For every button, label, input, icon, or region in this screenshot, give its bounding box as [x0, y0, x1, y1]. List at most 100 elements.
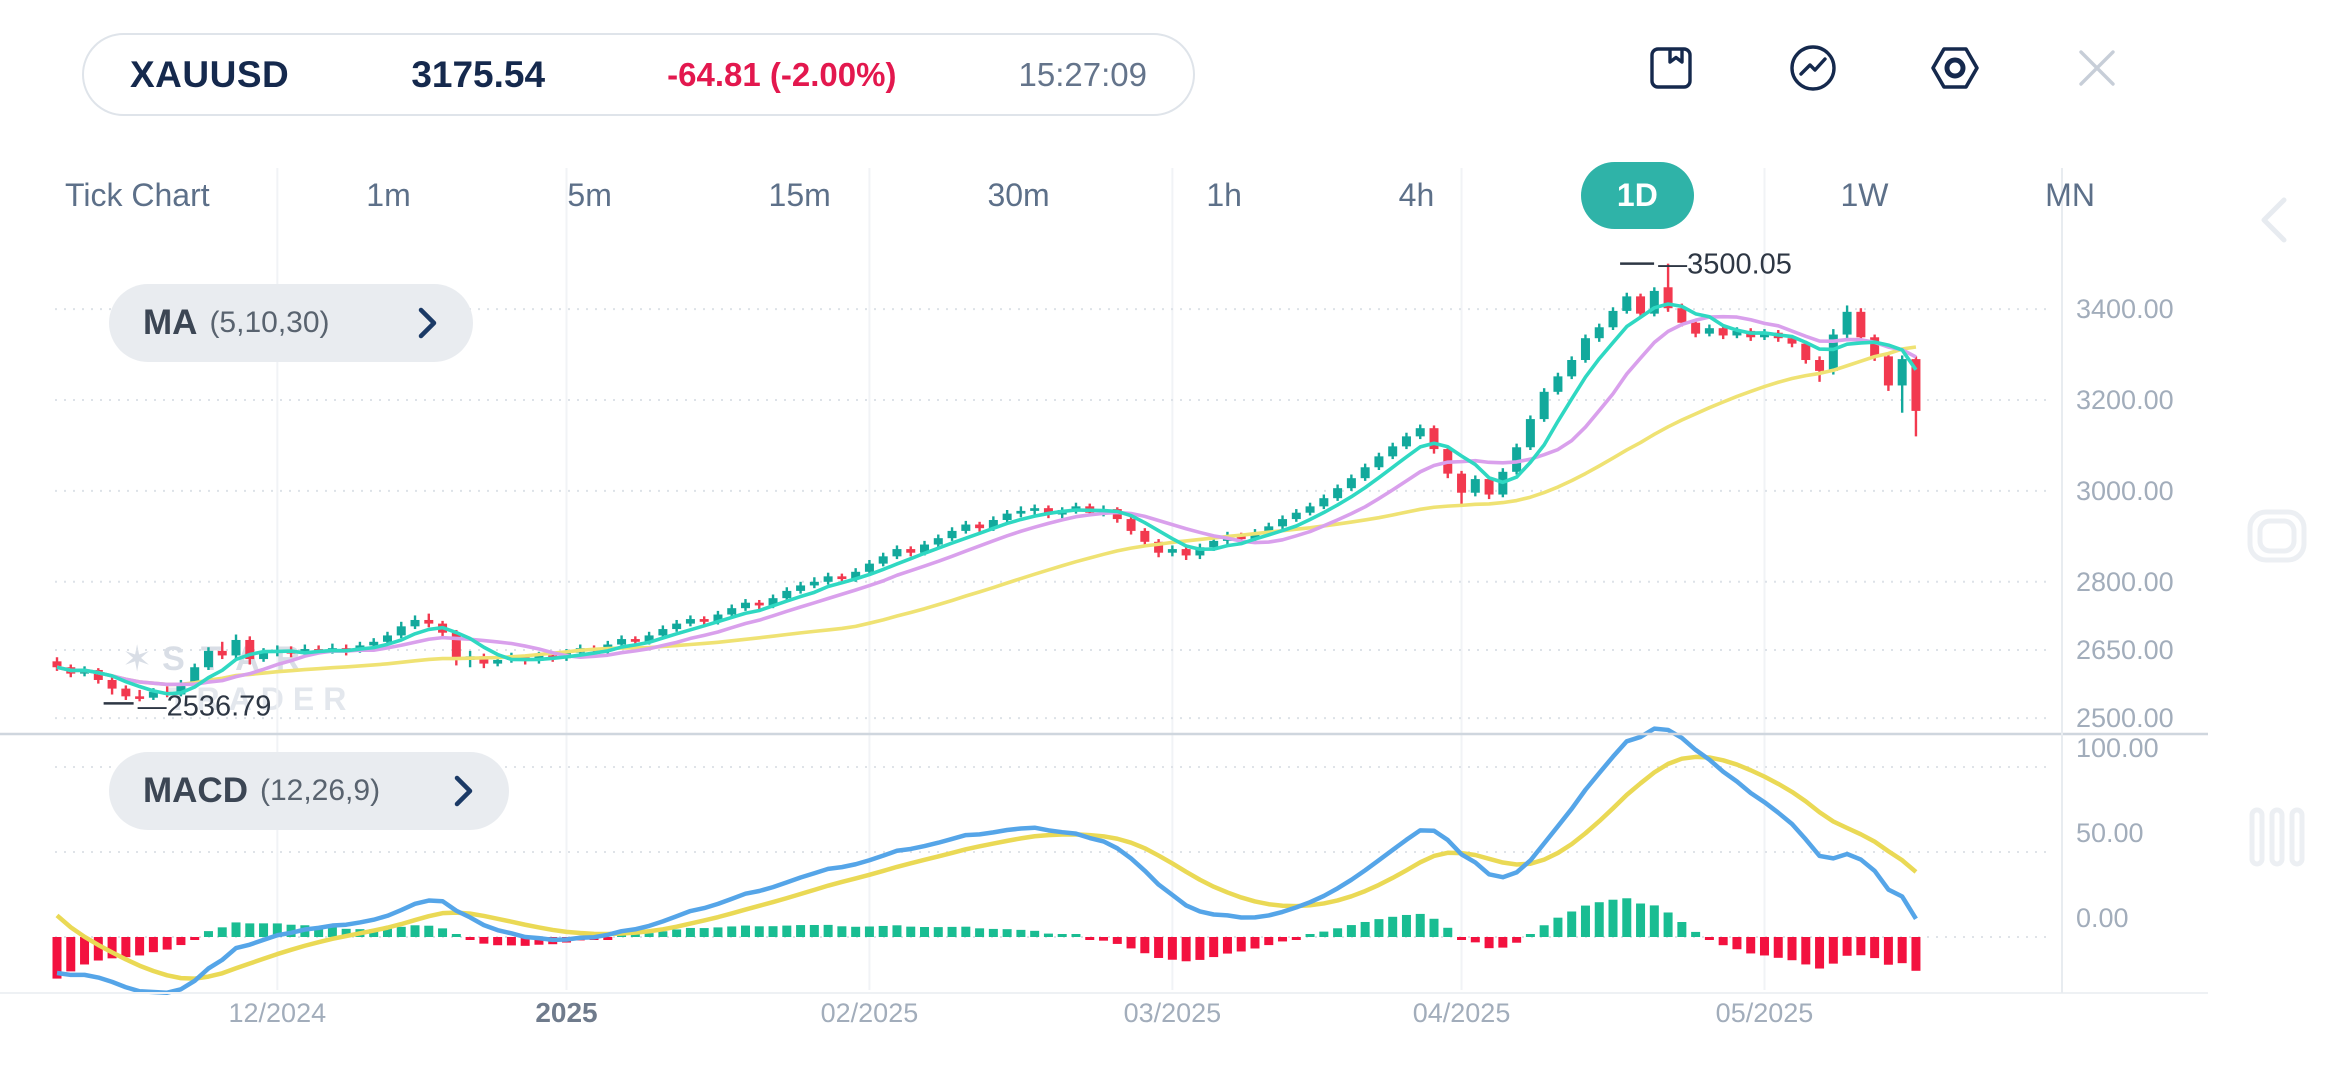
chevron-right-icon[interactable] — [451, 774, 475, 808]
candle-body — [1003, 514, 1012, 520]
macd-bar — [672, 929, 681, 937]
candle-body — [975, 525, 984, 529]
macd-indicator-badge[interactable]: MACD (12,26,9) — [109, 752, 509, 830]
price-tick-label: 3400.00 — [2076, 294, 2174, 324]
candle-body — [1182, 549, 1191, 555]
tab-15m[interactable]: 15m — [759, 163, 841, 228]
ma-name: MA — [143, 303, 197, 343]
macd-bar — [920, 927, 929, 937]
candle-body — [1333, 488, 1342, 498]
candle-body — [493, 660, 502, 664]
tab-5m[interactable]: 5m — [557, 163, 621, 228]
macd-bar — [1154, 937, 1163, 958]
candle-body — [1677, 308, 1686, 323]
macd-bar — [1512, 937, 1521, 943]
macd-bar — [1250, 937, 1259, 948]
macd-bar — [1746, 937, 1755, 953]
macd-tick-label: 100.00 — [2076, 733, 2159, 763]
candle-body — [727, 608, 736, 614]
macd-bar — [1705, 937, 1714, 940]
candle-body — [1884, 356, 1893, 385]
bookmark-icon[interactable] — [1645, 42, 1697, 94]
macd-bar — [1485, 937, 1494, 948]
chevron-right-icon[interactable] — [415, 306, 439, 340]
macd-bar — [1264, 937, 1273, 945]
candle-body — [741, 603, 750, 608]
candle-body — [411, 620, 420, 626]
ma-indicator-badge[interactable]: MA (5,10,30) — [109, 284, 473, 362]
settings-hexagon-icon[interactable] — [1929, 42, 1981, 94]
macd-bar — [479, 937, 488, 944]
macd-bar — [658, 931, 667, 937]
candle-body — [1719, 328, 1728, 335]
tab-1m[interactable]: 1m — [356, 163, 420, 228]
macd-bar — [66, 937, 75, 971]
macd-bar — [1099, 937, 1108, 941]
macd-bar — [1471, 937, 1480, 942]
candle-body — [631, 639, 640, 642]
chevron-left-icon[interactable] — [2248, 192, 2304, 253]
candle-body — [672, 624, 681, 629]
macd-bar — [1182, 937, 1191, 961]
tab-30m[interactable]: 30m — [977, 163, 1059, 228]
macd-bar — [1650, 905, 1659, 937]
macd-bar — [1498, 937, 1507, 948]
macd-bar — [259, 923, 268, 937]
time-tick-label: 12/2024 — [229, 998, 327, 1028]
candle-body — [397, 626, 406, 635]
candle-body — [1843, 312, 1852, 335]
candle-body — [121, 689, 130, 697]
macd-bar — [232, 922, 241, 937]
indicator-activity-icon[interactable] — [1787, 42, 1839, 94]
candle-body — [1127, 519, 1136, 531]
macd-bar — [1567, 911, 1576, 937]
candle-body — [1567, 360, 1576, 376]
macd-bar — [1113, 937, 1122, 944]
macd-bar — [1457, 937, 1466, 940]
macd-bar — [1595, 902, 1604, 937]
macd-bar — [1030, 931, 1039, 937]
candle-body — [108, 680, 117, 689]
candle-body — [1609, 311, 1618, 327]
ma10-line — [57, 317, 1916, 685]
candle-body — [1526, 419, 1535, 447]
macd-bar — [1361, 922, 1370, 937]
macd-bar — [452, 934, 461, 937]
rounded-square-icon[interactable] — [2246, 508, 2308, 569]
macd-tick-label: 0.00 — [2076, 903, 2129, 933]
macd-bar — [906, 927, 915, 937]
tab-1d[interactable]: 1D — [1581, 162, 1694, 229]
macd-params: (12,26,9) — [260, 774, 380, 808]
macd-bar — [1003, 929, 1012, 937]
macd-bar — [1677, 922, 1686, 937]
close-icon[interactable] — [2071, 42, 2123, 94]
macd-bar — [1237, 937, 1246, 951]
candle-body — [865, 564, 874, 572]
macd-bar — [727, 926, 736, 937]
timeframe-tabs: Tick Chart 1m 5m 15m 30m 1h 4h 1D 1W MN — [55, 162, 2105, 229]
tab-1w[interactable]: 1W — [1830, 163, 1898, 228]
macd-bar — [1898, 937, 1907, 963]
macd-bar — [851, 927, 860, 937]
candle-body — [1485, 479, 1494, 494]
macd-bar — [1140, 937, 1149, 953]
price-axis-labels: 3400.003200.003000.002800.002650.002500.… — [2076, 294, 2174, 733]
three-bars-handle-icon[interactable] — [2248, 806, 2308, 873]
tab-1h[interactable]: 1h — [1196, 163, 1252, 228]
candle-body — [1374, 456, 1383, 467]
tab-4h[interactable]: 4h — [1389, 163, 1445, 228]
candle-body — [892, 549, 901, 556]
macd-bar — [1347, 925, 1356, 937]
tab-tick-chart[interactable]: Tick Chart — [55, 163, 220, 228]
candle-body — [383, 635, 392, 641]
candle-body — [658, 629, 667, 635]
macd-bar — [961, 927, 970, 937]
macd-bar — [1664, 912, 1673, 937]
macd-bar — [1430, 919, 1439, 937]
macd-bar — [1856, 937, 1865, 955]
candle-body — [1622, 296, 1631, 311]
macd-bar — [1911, 937, 1920, 971]
price-tick-label: 2800.00 — [2076, 567, 2174, 597]
tab-mn[interactable]: MN — [2035, 163, 2105, 228]
macd-bar — [975, 928, 984, 937]
